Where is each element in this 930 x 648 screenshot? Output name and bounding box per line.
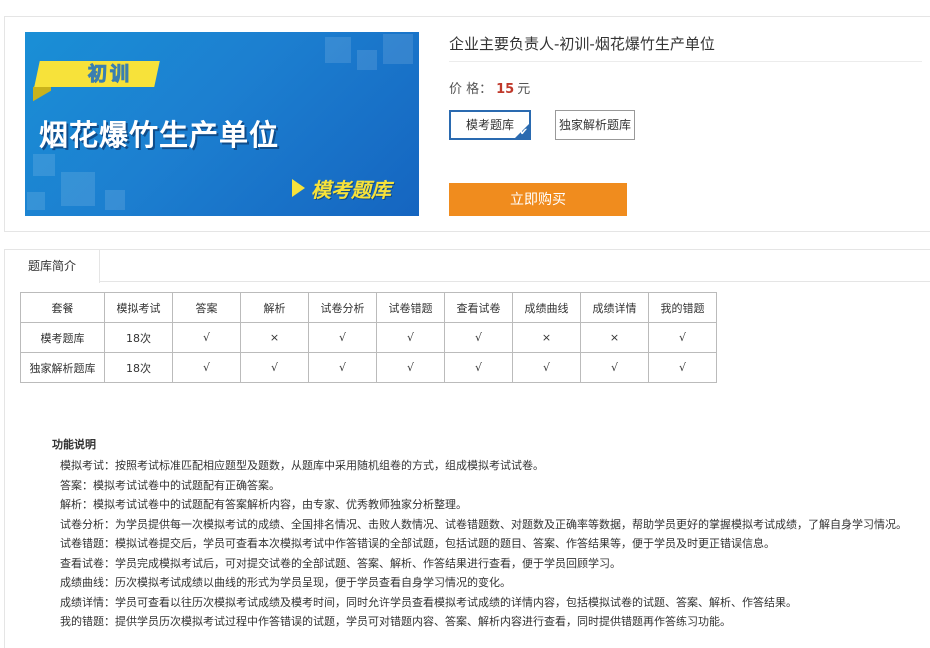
table-cell: √ [512, 352, 581, 383]
feature-line: 解析：模拟考试试卷中的试题配有答案解析内容，由专家、优秀教师独家分析整理。 [60, 498, 467, 511]
banner-title: 烟花爆竹生产单位 [39, 118, 280, 152]
buy-now-button[interactable]: 立即购买 [449, 183, 627, 216]
banner-decor-square [325, 37, 351, 63]
feature-line: 成绩曲线：历次模拟考试成绩以曲线的形式为学员呈现，便于学员查看自身学习情况的变化… [60, 576, 511, 589]
feature-line: 答案：模拟考试试卷中的试题配有正确答案。 [60, 478, 280, 492]
product-panel: 初训 烟花爆竹生产单位 模考题库 企业主要负责人-初训-烟花爆竹生产单位 价 格… [4, 16, 930, 232]
table-header-cell: 成绩曲线 [512, 292, 581, 323]
table-cell: √ [376, 322, 445, 353]
feature-line: 试卷分析：为学员提供每一次模拟考试的成绩、全国排名情况、击败人数情况、试卷错题数… [60, 517, 907, 531]
table-cell: √ [648, 352, 717, 383]
product-info: 企业主要负责人-初训-烟花爆竹生产单位 价 格： 15 元 模考题库 ✔ 独家解析题… [449, 17, 930, 233]
banner-decor-square [383, 34, 413, 64]
banner-subtitle-wrap: 模考题库 [292, 174, 391, 202]
table-cell: √ [444, 322, 513, 353]
play-triangle-icon [292, 179, 305, 197]
table-header-cell: 成绩详情 [580, 292, 649, 323]
table-cell: √ [172, 322, 241, 353]
option-analysis-bank[interactable]: 独家解析题库 [555, 110, 635, 140]
comparison-table: 套餐 模拟考试 答案 解析 试卷分析 试卷错题 查看试卷 成绩曲线 成绩详情 我… [20, 292, 717, 383]
table-header-row: 套餐 模拟考试 答案 解析 试卷分析 试卷错题 查看试卷 成绩曲线 成绩详情 我… [20, 292, 717, 323]
table-header-cell: 我的错题 [648, 292, 717, 323]
table-cell: √ [240, 352, 309, 383]
intro-panel: 题库简介 套餐 模拟考试 答案 解析 试卷分析 试卷错题 查看试卷 成绩曲线 成… [4, 249, 930, 648]
banner-decor-square [105, 190, 125, 210]
table-row: 独家解析题库 18次 √ √ √ √ √ √ √ √ [20, 352, 717, 383]
table-cell: × [240, 322, 309, 353]
feature-line: 查看试卷：学员完成模拟考试后，可对提交试卷的全部试题、答案、解析、作答结果进行查… [60, 556, 621, 570]
table-cell: 独家解析题库 [20, 352, 105, 383]
table-cell: √ [648, 322, 717, 353]
product-banner: 初训 烟花爆竹生产单位 模考题库 [25, 32, 419, 216]
title-divider [449, 61, 922, 62]
feature-line: 模拟考试：按照考试标准匹配相应题型及题数，从题库中采用随机组卷的方式，组成模拟考… [60, 459, 544, 472]
price-value: 15 [496, 82, 515, 97]
banner-decor-square [61, 172, 95, 206]
checkmark-icon: ✔ [519, 127, 528, 138]
price-row: 价 格： 15 元 [449, 78, 530, 97]
table-cell: √ [172, 352, 241, 383]
tab-bank-intro[interactable]: 题库简介 [5, 250, 100, 283]
product-title: 企业主要负责人-初训-烟花爆竹生产单位 [449, 35, 715, 53]
table-cell: 18次 [104, 322, 173, 353]
banner-subtitle: 模考题库 [311, 177, 391, 202]
table-cell: 18次 [104, 352, 173, 383]
table-header-cell: 套餐 [20, 292, 105, 323]
table-header-cell: 解析 [240, 292, 309, 323]
table-cell: √ [580, 352, 649, 383]
price-label: 价 格： [449, 82, 493, 97]
table-cell: × [512, 322, 581, 353]
feature-heading: 功能说明 [52, 438, 96, 451]
option-mock-bank[interactable]: 模考题库 ✔ [449, 110, 531, 140]
banner-tag: 初训 [87, 63, 132, 86]
table-cell: √ [444, 352, 513, 383]
banner-decor-square [357, 50, 377, 70]
table-header-cell: 试卷分析 [308, 292, 377, 323]
feature-line: 成绩详情：学员可查看以往历次模拟考试成绩及模考时间，同时允许学员查看模拟考试成绩… [60, 595, 797, 609]
tab-bar: 题库简介 [5, 250, 930, 283]
table-cell: √ [308, 322, 377, 353]
table-header-cell: 查看试卷 [444, 292, 513, 323]
option-label: 独家解析题库 [558, 118, 631, 132]
table-header-cell: 试卷错题 [376, 292, 445, 323]
price-unit: 元 [517, 82, 531, 97]
feature-line: 我的错题：提供学员历次模拟考试过程中作答错误的试题，学员可对错题内容、答案、解析… [60, 615, 731, 628]
table-cell: × [580, 322, 649, 353]
banner-decor-square [33, 154, 55, 176]
table-row: 模考题库 18次 √ × √ √ √ × × √ [20, 322, 717, 353]
banner-decor-square [27, 192, 45, 210]
table-header-cell: 模拟考试 [104, 292, 173, 323]
table-header-cell: 答案 [172, 292, 241, 323]
feature-line: 试卷错题：模拟试卷提交后，学员可查看本次模拟考试中作答错误的全部试题，包括试题的… [60, 537, 775, 550]
table-cell: 模考题库 [20, 322, 105, 353]
table-cell: √ [308, 352, 377, 383]
feature-description: 功能说明 模拟考试：按照考试标准匹配相应题型及题数，从题库中采用随机组卷的方式，… [52, 436, 907, 632]
table-cell: √ [376, 352, 445, 383]
option-label: 模考题库 [465, 118, 514, 132]
